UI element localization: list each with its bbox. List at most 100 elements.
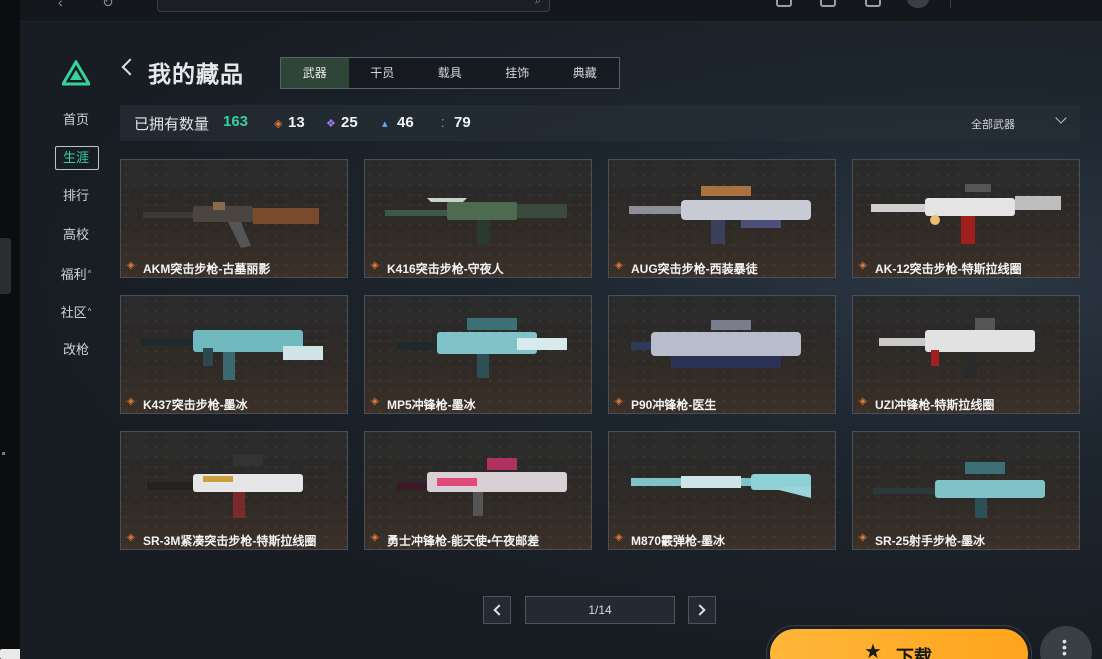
owned-total: 163	[223, 113, 249, 130]
rarity-count-green: 79	[454, 114, 471, 131]
back-chevron-icon[interactable]	[121, 58, 139, 76]
category-tabs: 武器 干员 载具 挂饰 典藏	[280, 57, 620, 89]
tab-operators[interactable]: 干员	[349, 58, 417, 88]
search-input[interactable]: ⌕	[157, 0, 550, 12]
collection-card[interactable]: ◈ P90冲锋枪-医生	[608, 295, 836, 414]
orange-gem-icon: ◈	[274, 118, 283, 130]
download-button[interactable]: ★ 下载	[767, 626, 1031, 659]
top-bar: ‹ ↻ ⌕	[20, 0, 1102, 22]
rarity-gem-icon: ◈	[127, 396, 135, 407]
item-name: M870霰弹枪-墨冰	[631, 534, 726, 548]
rarity-count-blue: 46	[397, 114, 414, 131]
ownership-summary: 已拥有数量 163 ◈ 13 ❖ 25 ▴ 46 ⁚ 79 全部武器	[120, 105, 1080, 141]
purple-gem-icon: ❖	[326, 118, 336, 130]
page-title: 我的藏品	[148, 61, 244, 87]
collection-card[interactable]: ◈ MP5冲锋枪-墨冰	[364, 295, 592, 414]
sidebar-item-label: 改枪	[62, 342, 89, 357]
item-name: 勇士冲锋枪-能天使•午夜邮差	[387, 534, 540, 548]
chat-icon[interactable]	[776, 0, 792, 7]
collection-card[interactable]: ◈ 勇士冲锋枪-能天使•午夜邮差	[364, 431, 592, 550]
rarity-count-purple: 25	[341, 114, 358, 131]
rarity-gem-icon: ◈	[859, 532, 867, 543]
more-options-button[interactable]: • • •	[1040, 626, 1092, 659]
sidebar-item-college[interactable]: 高校	[54, 223, 98, 247]
green-gem-icon: ⁚	[441, 118, 445, 130]
window-left-strip	[0, 0, 20, 659]
collection-card[interactable]: ◈ UZI冲锋枪-特斯拉线圈	[852, 295, 1080, 414]
item-name: SR-25射手步枪-墨冰	[875, 534, 986, 548]
collection-card[interactable]: ◈ M870霰弹枪-墨冰	[608, 431, 836, 550]
rifle-icon	[871, 184, 1061, 244]
item-name: AKM突击步枪-古墓丽影	[143, 262, 271, 276]
shirt-icon[interactable]	[820, 0, 836, 7]
smg-icon	[397, 458, 567, 516]
sidebar-item-gunsmith[interactable]: 改枪	[54, 338, 98, 362]
collection-panel: 首页 生涯 排行 高校 福利^ 社区^ 改枪 我的藏品 武器 干员 载具 挂饰 …	[20, 22, 1102, 659]
tab-vehicles[interactable]: 载具	[416, 58, 484, 88]
divider	[950, 0, 951, 8]
rifle-icon	[141, 330, 323, 380]
rarity-gem-icon: ◈	[371, 396, 379, 407]
chevron-left-icon	[493, 604, 505, 616]
item-name: K437突击步枪-墨冰	[143, 398, 248, 412]
rifle-icon	[629, 186, 811, 244]
rarity-gem-icon: ◈	[859, 396, 867, 407]
rarity-gem-icon: ◈	[615, 396, 623, 407]
collection-card[interactable]: ◈ SR-3M紧凑突击步枪-特斯拉线圈	[120, 431, 348, 550]
item-name: K416突击步枪-守夜人	[387, 262, 504, 276]
collection-card[interactable]: ◈ AKM突击步枪-古墓丽影	[120, 159, 348, 278]
smg-icon	[879, 318, 1035, 378]
sidebar-item-community[interactable]: 社区^	[54, 300, 98, 324]
gamepad-icon[interactable]	[865, 0, 881, 7]
chevron-up-icon: ^	[87, 307, 92, 316]
item-name: P90冲锋枪-医生	[631, 398, 717, 412]
rifle-icon	[143, 202, 319, 248]
sidebar-item-home[interactable]: 首页	[54, 108, 98, 132]
next-page-button[interactable]	[688, 596, 716, 624]
sidebar-item-welfare[interactable]: 福利^	[54, 262, 98, 286]
search-icon[interactable]: ⌕	[535, 0, 541, 8]
chevron-up-icon: ^	[87, 269, 92, 278]
page-indicator: 1/14	[525, 596, 675, 624]
sidebar-item-label: 高校	[62, 227, 89, 242]
sniper-rifle-icon	[873, 462, 1045, 518]
blue-gem-icon: ▴	[382, 118, 388, 130]
active-bracket	[55, 146, 99, 170]
refresh-icon[interactable]: ↻	[102, 0, 114, 11]
rarity-gem-icon: ◈	[371, 532, 379, 543]
rifle-icon	[385, 198, 567, 244]
avatar[interactable]	[907, 0, 929, 8]
sidebar-item-career[interactable]: 生涯	[54, 146, 99, 170]
collection-card[interactable]: ◈ K416突击步枪-守夜人	[364, 159, 592, 278]
rarity-gem-icon: ◈	[615, 260, 623, 271]
item-name: SR-3M紧凑突击步枪-特斯拉线圈	[143, 534, 317, 548]
sidebar-item-label: 社区	[60, 305, 87, 320]
tab-collectibles[interactable]: 典藏	[551, 58, 619, 88]
tab-charms[interactable]: 挂饰	[484, 58, 552, 88]
weapon-filter-select[interactable]: 全部武器	[971, 116, 1015, 132]
tab-weapons[interactable]: 武器	[281, 58, 349, 88]
owned-count-label: 已拥有数量	[134, 116, 210, 133]
previous-page-button[interactable]	[483, 596, 511, 624]
item-name: AK-12突击步枪-特斯拉线圈	[875, 262, 1022, 276]
collection-card[interactable]: ◈ K437突击步枪-墨冰	[120, 295, 348, 414]
sidebar-item-ranking[interactable]: 排行	[54, 184, 98, 208]
rarity-gem-icon: ◈	[859, 260, 867, 271]
collection-card[interactable]: ◈ SR-25射手步枪-墨冰	[852, 431, 1080, 550]
chevron-right-icon	[694, 604, 706, 616]
item-name: AUG突击步枪-西装暴徒	[631, 262, 758, 276]
back-icon[interactable]: ‹	[58, 0, 63, 10]
sidebar-item-label: 排行	[62, 188, 89, 203]
rarity-gem-icon: ◈	[371, 260, 379, 271]
collection-card[interactable]: ◈ AUG突击步枪-西装暴徒	[608, 159, 836, 278]
collection-card[interactable]: ◈ AK-12突击步枪-特斯拉线圈	[852, 159, 1080, 278]
rarity-gem-icon: ◈	[127, 532, 135, 543]
rarity-gem-icon: ◈	[615, 532, 623, 543]
chevron-down-icon[interactable]	[1055, 112, 1067, 124]
sidebar-item-label: 福利	[60, 267, 87, 282]
side-handle[interactable]	[0, 238, 11, 294]
item-name: MP5冲锋枪-墨冰	[387, 398, 476, 412]
app-logo-icon[interactable]	[62, 60, 90, 86]
rarity-count-orange: 13	[288, 114, 305, 131]
sidebar-item-label: 首页	[62, 112, 89, 127]
